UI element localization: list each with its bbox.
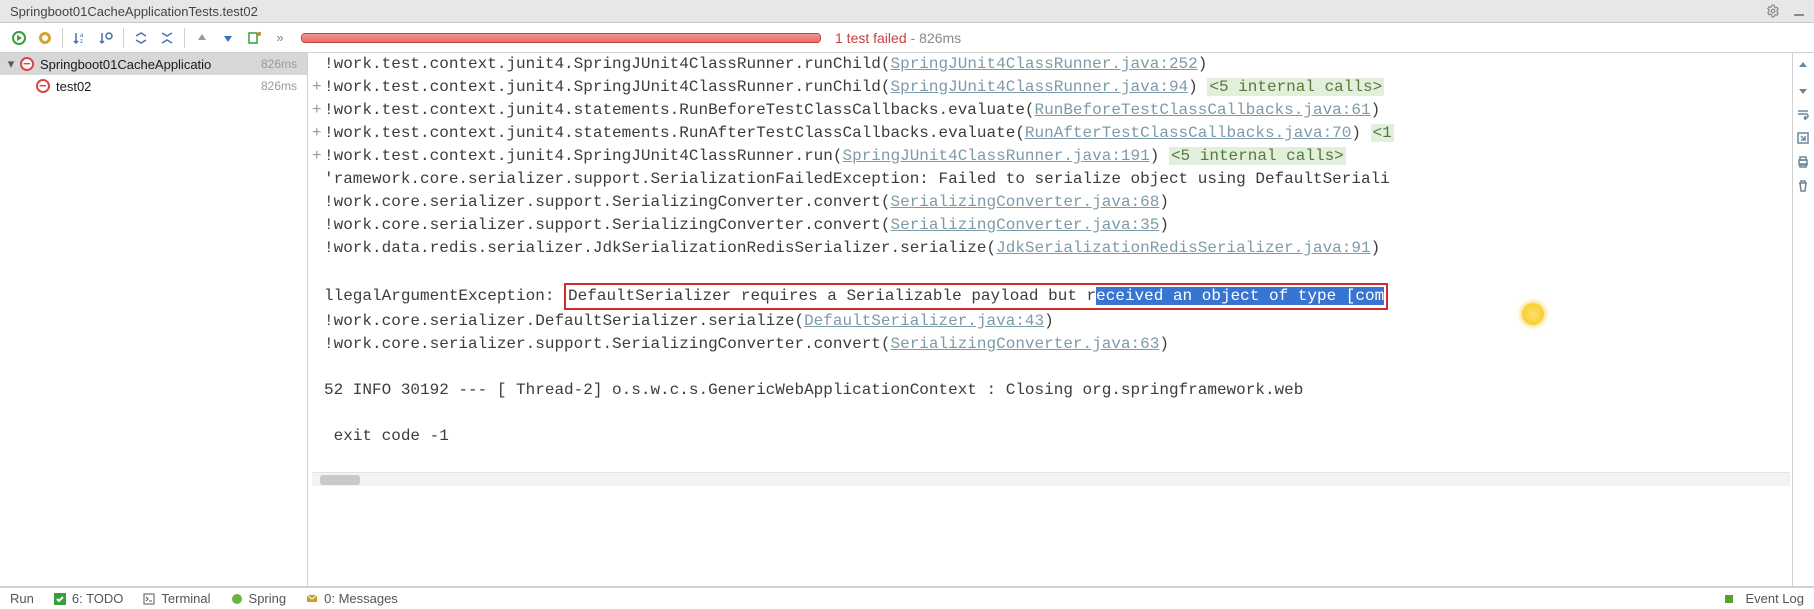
- sort-alpha-button[interactable]: az: [67, 25, 93, 51]
- stack-line: !work.core.serializer.support.Serializin…: [312, 191, 1790, 214]
- fail-icon: [20, 57, 34, 71]
- rerun-button[interactable]: [6, 25, 32, 51]
- test-progress: [301, 33, 821, 43]
- tab-terminal[interactable]: Terminal: [133, 588, 220, 609]
- tab-spring[interactable]: Spring: [221, 588, 297, 609]
- minimize-icon[interactable]: [1790, 2, 1808, 20]
- stack-line: !work.data.redis.serializer.JdkSerializa…: [312, 237, 1790, 260]
- sort-duration-button[interactable]: [93, 25, 119, 51]
- stack-line: +!work.test.context.junit4.SpringJUnit4C…: [312, 145, 1790, 168]
- internal-calls-badge: <5 internal calls>: [1207, 78, 1384, 96]
- next-failed-button[interactable]: [215, 25, 241, 51]
- svg-text:z: z: [80, 39, 83, 45]
- source-link[interactable]: SerializingConverter.java:35: [891, 216, 1160, 234]
- test-status-time: - 826ms: [911, 30, 962, 46]
- source-link[interactable]: SpringJUnit4ClassRunner.java:191: [842, 147, 1149, 165]
- more-button[interactable]: »: [267, 25, 293, 51]
- tree-child-row[interactable]: test02 826ms: [0, 75, 307, 97]
- gear-icon[interactable]: [1764, 2, 1782, 20]
- prev-failed-button[interactable]: [189, 25, 215, 51]
- scroll-end-icon[interactable]: [1796, 131, 1812, 147]
- tab-todo[interactable]: 6: TODO: [44, 588, 134, 609]
- source-link[interactable]: SpringJUnit4ClassRunner.java:252: [891, 55, 1198, 73]
- internal-calls-badge: <5 internal calls>: [1169, 147, 1346, 165]
- down-icon[interactable]: [1796, 83, 1812, 99]
- horizontal-scrollbar[interactable]: [312, 472, 1790, 486]
- toolbar-separator: [62, 28, 63, 48]
- toggle-auto-button[interactable]: [32, 25, 58, 51]
- test-tree[interactable]: ▾ Springboot01CacheApplicatio 826ms test…: [0, 53, 307, 586]
- stack-line: !work.core.serializer.support.Serializin…: [312, 333, 1790, 356]
- bottom-toolbar: Run 6: TODO Terminal Spring 0: Messages …: [0, 587, 1814, 609]
- test-toolbar: az » 1 test failed - 826ms: [0, 23, 1814, 53]
- tab-event-log[interactable]: Event Log: [1715, 588, 1814, 609]
- expand-all-button[interactable]: [128, 25, 154, 51]
- up-icon[interactable]: [1796, 59, 1812, 75]
- exception-line: llegalArgumentException: DefaultSerializ…: [312, 283, 1790, 310]
- highlighted-error: DefaultSerializer requires a Serializabl…: [564, 283, 1388, 310]
- fail-icon: [36, 79, 50, 93]
- source-link[interactable]: SerializingConverter.java:68: [891, 193, 1160, 211]
- blank-line: [312, 260, 1790, 283]
- stack-line: +!work.test.context.junit4.statements.Ru…: [312, 122, 1790, 145]
- scroll-thumb[interactable]: [320, 475, 360, 485]
- toolbar-separator: [184, 28, 185, 48]
- tree-child-time: 826ms: [261, 79, 301, 93]
- stack-line: +!work.test.context.junit4.statements.Ru…: [312, 99, 1790, 122]
- event-log-indicator: [1725, 595, 1733, 603]
- collapse-all-button[interactable]: [154, 25, 180, 51]
- test-tree-panel: ▾ Springboot01CacheApplicatio 826ms test…: [0, 53, 308, 586]
- trash-icon[interactable]: [1796, 179, 1812, 195]
- stack-line: 'ramework.core.serializer.support.Serial…: [312, 168, 1790, 191]
- stack-line: !work.core.serializer.DefaultSerializer.…: [312, 310, 1790, 333]
- tree-child-label: test02: [56, 79, 91, 94]
- tree-root-time: 826ms: [261, 57, 301, 71]
- chevron-down-icon[interactable]: ▾: [6, 56, 16, 72]
- main-panel: ▾ Springboot01CacheApplicatio 826ms test…: [0, 53, 1814, 587]
- tab-run[interactable]: Run: [0, 588, 44, 609]
- progress-fill: [302, 34, 820, 42]
- soft-wrap-icon[interactable]: [1796, 107, 1812, 123]
- selected-text: eceived an object of type [com: [1096, 287, 1384, 305]
- test-status-fail: 1 test failed: [835, 30, 907, 46]
- tree-root-label: Springboot01CacheApplicatio: [40, 57, 211, 72]
- titlebar: Springboot01CacheApplicationTests.test02: [0, 0, 1814, 23]
- stack-line: +!work.test.context.junit4.SpringJUnit4C…: [312, 76, 1790, 99]
- source-link[interactable]: SerializingConverter.java:63: [891, 335, 1160, 353]
- stack-line: !work.core.serializer.support.Serializin…: [312, 214, 1790, 237]
- toolbar-separator: [123, 28, 124, 48]
- source-link[interactable]: RunAfterTestClassCallbacks.java:70: [1025, 124, 1351, 142]
- exit-code-line: exit code -1: [312, 425, 1790, 448]
- log-line: 52 INFO 30192 --- [ Thread-2] o.s.w.c.s.…: [312, 379, 1790, 402]
- print-icon[interactable]: [1796, 155, 1812, 171]
- blank-line: [312, 402, 1790, 425]
- console-wrap: !work.test.context.junit4.SpringJUnit4Cl…: [308, 53, 1814, 586]
- console-output[interactable]: !work.test.context.junit4.SpringJUnit4Cl…: [308, 53, 1792, 586]
- source-link[interactable]: DefaultSerializer.java:43: [804, 312, 1044, 330]
- window-title: Springboot01CacheApplicationTests.test02: [10, 4, 1756, 19]
- source-link[interactable]: RunBeforeTestClassCallbacks.java:61: [1035, 101, 1371, 119]
- tree-root-row[interactable]: ▾ Springboot01CacheApplicatio 826ms: [0, 53, 307, 75]
- stack-line: !work.test.context.junit4.SpringJUnit4Cl…: [312, 53, 1790, 76]
- blank-line: [312, 356, 1790, 379]
- source-link[interactable]: JdkSerializationRedisSerializer.java:91: [996, 239, 1370, 257]
- source-link[interactable]: SpringJUnit4ClassRunner.java:94: [891, 78, 1189, 96]
- export-button[interactable]: [241, 25, 267, 51]
- console-gutter: [1792, 53, 1814, 586]
- internal-calls-badge: <1: [1371, 124, 1394, 142]
- tab-messages[interactable]: 0: Messages: [296, 588, 408, 609]
